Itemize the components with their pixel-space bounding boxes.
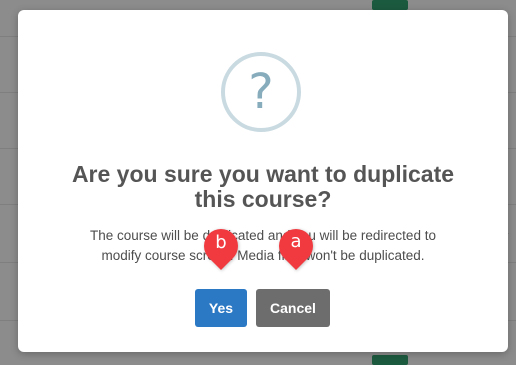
dialog-title: Are you sure you want to duplicate this … — [48, 162, 478, 212]
yes-button[interactable]: Yes — [195, 289, 247, 327]
dialog-title-line: this course? — [194, 186, 332, 212]
duplicate-course-dialog: ? Are you sure you want to duplicate thi… — [18, 10, 508, 352]
background-button — [372, 0, 408, 10]
background-button — [372, 355, 408, 365]
question-mark-icon: ? — [221, 52, 301, 132]
annotation-label-a: a — [290, 231, 302, 252]
cancel-button[interactable]: Cancel — [256, 289, 330, 327]
question-mark-glyph: ? — [248, 64, 274, 120]
dialog-message-line: The course will be duplicated and you wi… — [90, 228, 436, 243]
dialog-title-line: Are you sure you want to duplicate — [71, 161, 455, 187]
annotation-label-b: b — [215, 232, 227, 253]
dialog-message-line: modify course screen. Media files won't … — [101, 248, 425, 263]
dialog-message: The course will be duplicated and you wi… — [56, 226, 470, 266]
